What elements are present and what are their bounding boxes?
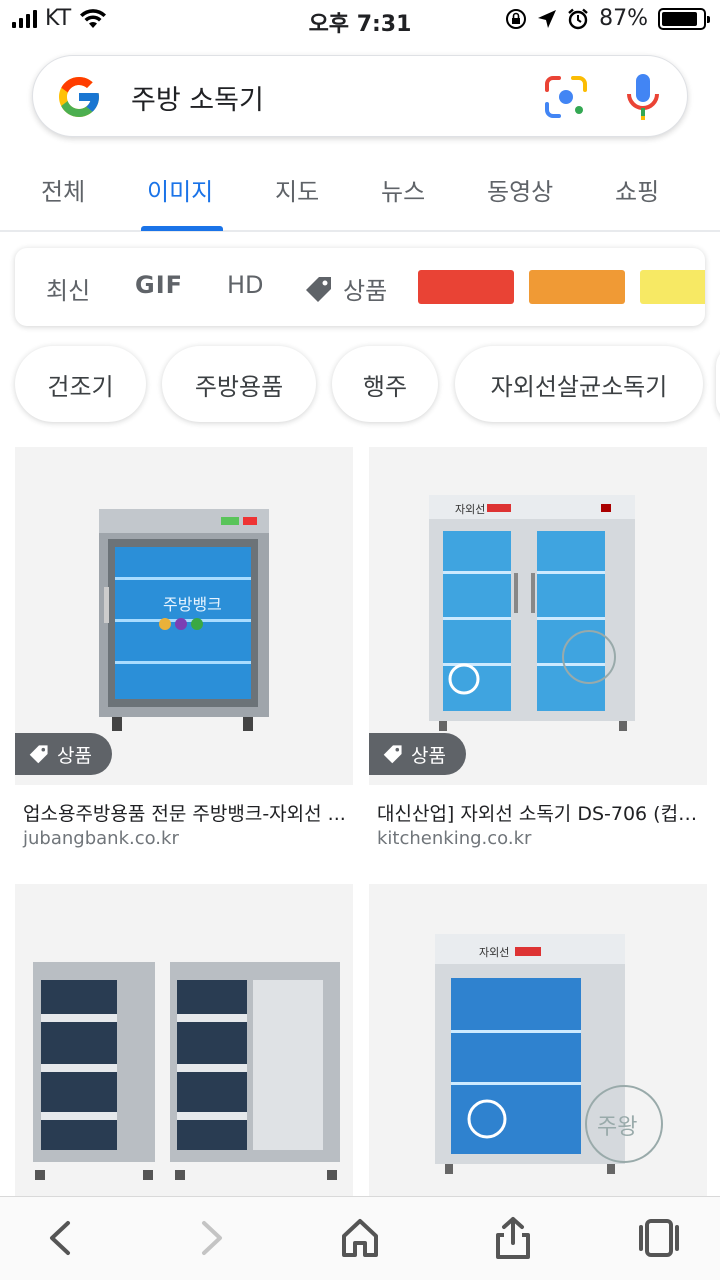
filter-recent[interactable]: 최신 [46,271,90,306]
sterilizer-image: 자외선 주왕 [369,884,707,1222]
status-bar: KT 오후 7:31 87% [0,0,720,40]
tab-news[interactable]: 뉴스 [381,172,425,207]
color-filter-red[interactable] [418,270,514,304]
result-title[interactable]: 업소용주방용품 전문 주방뱅크-자외선 ... [23,799,348,826]
tag-icon [29,745,48,764]
search-query[interactable]: 주방 소독기 [131,78,264,117]
tab-videos[interactable]: 동영상 [487,172,553,207]
image-watermark-text: 주방뱅크 [163,595,222,614]
filter-product-label: 상품 [343,277,388,305]
image-brand-text: 자외선 [455,503,485,516]
product-badge-label: 상품 [57,744,92,767]
search-tabs: 전체 이미지 지도 뉴스 동영상 쇼핑 [0,150,720,232]
tag-icon [383,745,402,764]
search-box[interactable]: 주방 소독기 [32,55,688,137]
product-badge-label: 상품 [411,744,446,767]
image-result[interactable]: 자외선 주왕 [369,884,707,1222]
google-logo-icon[interactable] [55,73,103,121]
rotation-lock-icon [506,8,527,29]
microphone-icon[interactable] [625,72,661,122]
location-arrow-icon [538,9,557,28]
image-result[interactable] [15,884,353,1222]
chip-dryer[interactable]: 건조기 [15,346,146,422]
status-right: 87% [505,6,710,31]
image-brand-text: 자외선 [479,946,509,959]
filter-product[interactable]: 상품 [305,271,387,306]
result-domain[interactable]: kitchenking.co.kr [377,828,531,849]
color-filter-orange[interactable] [529,270,625,304]
share-icon[interactable] [490,1215,536,1261]
filter-hd[interactable]: HD [227,271,264,299]
home-icon[interactable] [337,1215,383,1261]
image-result[interactable]: 자외선 상품 대신산업] 자외선 소독기 DS-706 (컵25... kitc… [369,447,707,857]
filter-gif[interactable]: GIF [135,271,183,299]
result-domain[interactable]: jubangbank.co.kr [23,828,179,849]
tab-shopping[interactable]: 쇼핑 [615,172,659,207]
forward-icon[interactable] [188,1215,234,1261]
result-thumbnail[interactable] [15,884,353,1222]
image-seal-text: 주왕 [597,1115,637,1140]
battery-fill [662,11,697,26]
color-filter-yellow[interactable] [640,270,705,304]
tabs-icon[interactable] [636,1215,682,1261]
active-tab-indicator [141,226,223,231]
result-thumbnail[interactable]: 자외선 주왕 [369,884,707,1222]
image-filter-bar: 최신 GIF HD 상품 [15,248,705,326]
tab-all[interactable]: 전체 [41,172,85,207]
chip-dishcloth[interactable]: 행주 [332,346,438,422]
battery-percent: 87% [599,6,648,31]
tag-icon [306,276,331,302]
product-badge: 상품 [15,733,112,775]
browser-toolbar [0,1196,720,1280]
back-icon[interactable] [38,1215,84,1261]
chip-uv-sterilizer[interactable]: 자외선살균소독기 [455,346,703,422]
battery-icon [658,7,710,30]
tab-maps[interactable]: 지도 [275,172,319,207]
alarm-icon [568,8,588,29]
chip-more[interactable] [716,346,720,422]
product-badge: 상품 [369,733,466,775]
image-result[interactable]: 주방뱅크 상품 업소용주방용품 전문 주방뱅크-자외선 ... jubangba… [15,447,353,857]
google-lens-icon[interactable] [543,74,589,120]
chip-kitchen-supplies[interactable]: 주방용품 [162,346,316,422]
sterilizer-image [15,884,353,1222]
result-title[interactable]: 대신산업] 자외선 소독기 DS-706 (컵25... [377,799,702,826]
tab-images[interactable]: 이미지 [147,172,213,207]
